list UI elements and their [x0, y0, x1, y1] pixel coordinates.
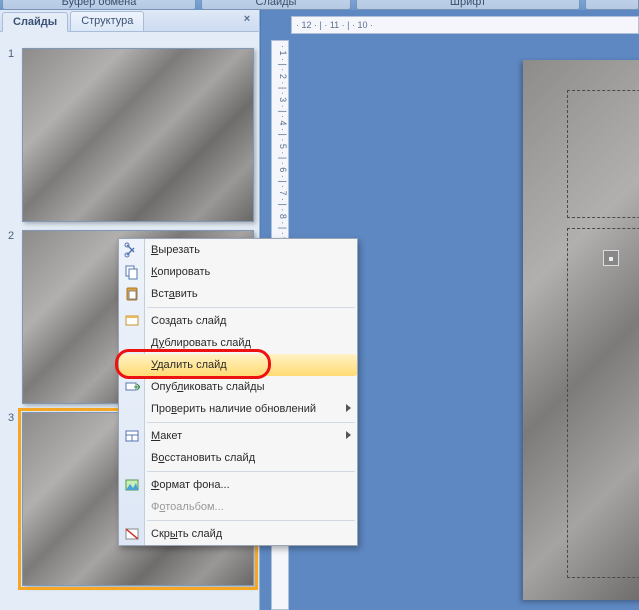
ctx-publish-slides[interactable]: Опубликовать слайды — [119, 376, 357, 398]
ctx-separator — [147, 422, 355, 423]
placeholder-handle-icon — [603, 250, 619, 266]
panel-tabs: Слайды Структура × — [0, 10, 259, 32]
ctx-separator — [147, 471, 355, 472]
ctx-hide-slide[interactable]: Скрыть слайд — [119, 523, 357, 545]
ctx-paste[interactable]: Вставить — [119, 283, 357, 305]
hide-slide-icon — [123, 525, 141, 543]
ctx-photoalbum: Фотоальбом... — [119, 496, 357, 518]
ctx-cut-label: ырезать — [158, 244, 200, 256]
ctx-separator — [147, 307, 355, 308]
thumbnail-item[interactable]: 1 — [4, 48, 255, 222]
thumbnail-number: 2 — [8, 230, 14, 242]
slide-edit-surface[interactable] — [523, 60, 639, 600]
ctx-cut[interactable]: Вырезать — [119, 239, 357, 261]
new-slide-icon — [123, 312, 141, 330]
ctx-delete-slide[interactable]: Удалить слайд — [119, 354, 357, 376]
ribbon-group-slides: Слайды — [201, 0, 351, 10]
ribbon-group-font-label: Шрифт — [450, 0, 486, 8]
ribbon-group-clipboard: Буфер обмена — [2, 0, 196, 10]
tab-slides[interactable]: Слайды — [2, 12, 68, 32]
thumbnail-number: 1 — [8, 48, 14, 60]
ctx-copy[interactable]: Копировать — [119, 261, 357, 283]
scissors-icon — [123, 241, 141, 259]
layout-icon — [123, 427, 141, 445]
ctx-reset-slide[interactable]: Восстановить слайд — [119, 447, 357, 469]
chevron-right-icon — [346, 431, 351, 439]
ctx-check-updates[interactable]: Проверить наличие обновлений — [119, 398, 357, 420]
thumbnail-preview — [22, 48, 254, 222]
context-menu: Вырезать Копировать Вставить Создать сла… — [118, 238, 358, 546]
paste-icon — [123, 285, 141, 303]
ribbon-group-slides-label: Слайды — [256, 0, 297, 8]
chevron-right-icon — [346, 404, 351, 412]
tab-structure[interactable]: Структура — [70, 11, 144, 31]
ctx-layout[interactable]: Макет — [119, 425, 357, 447]
copy-icon — [123, 263, 141, 281]
ctx-duplicate-slide[interactable]: Дублировать слайд — [119, 332, 357, 354]
title-placeholder[interactable] — [567, 90, 639, 218]
ribbon-group-extra — [585, 0, 639, 10]
ribbon-group-clipboard-label: Буфер обмена — [62, 0, 137, 8]
format-background-icon — [123, 476, 141, 494]
content-placeholder[interactable] — [567, 228, 639, 578]
close-panel-button[interactable]: × — [241, 14, 253, 26]
ribbon-groups-strip: Буфер обмена Слайды Шрифт — [0, 0, 639, 10]
publish-icon — [123, 378, 141, 396]
ctx-new-slide[interactable]: Создать слайд — [119, 310, 357, 332]
ribbon-group-font: Шрифт — [356, 0, 580, 10]
horizontal-ruler: · 12 · | · 11 · | · 10 · — [291, 16, 639, 34]
ctx-separator — [147, 520, 355, 521]
ctx-format-background[interactable]: Формат фона... — [119, 474, 357, 496]
thumbnail-number: 3 — [8, 412, 14, 424]
